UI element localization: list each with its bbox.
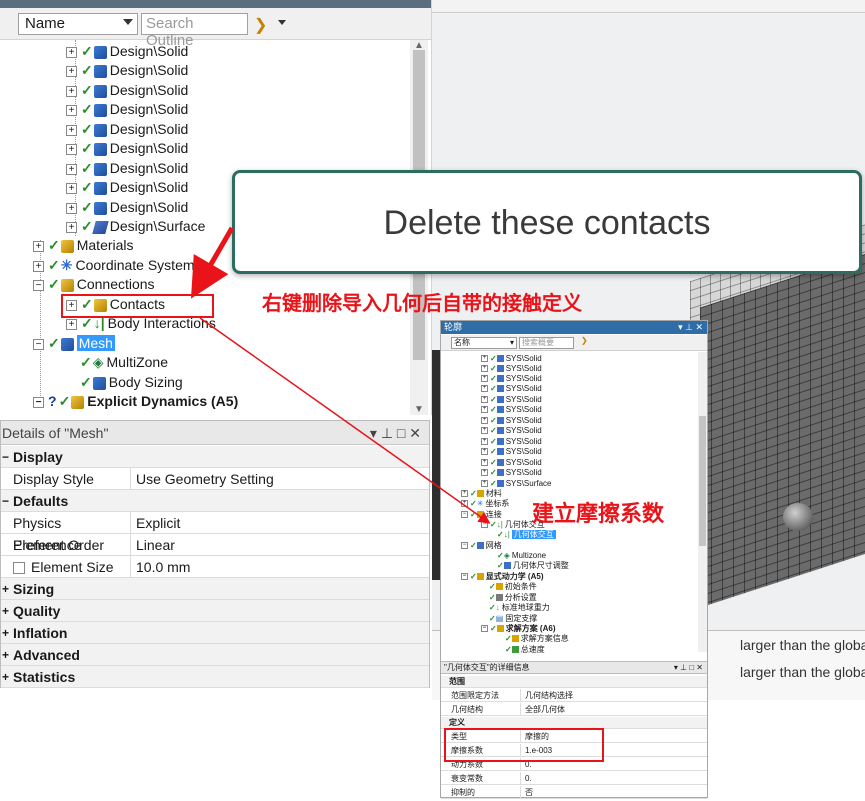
arrow-to-contacts bbox=[190, 226, 235, 299]
annotation-arrows bbox=[190, 226, 491, 524]
arrow-to-geom-interaction bbox=[199, 317, 491, 524]
